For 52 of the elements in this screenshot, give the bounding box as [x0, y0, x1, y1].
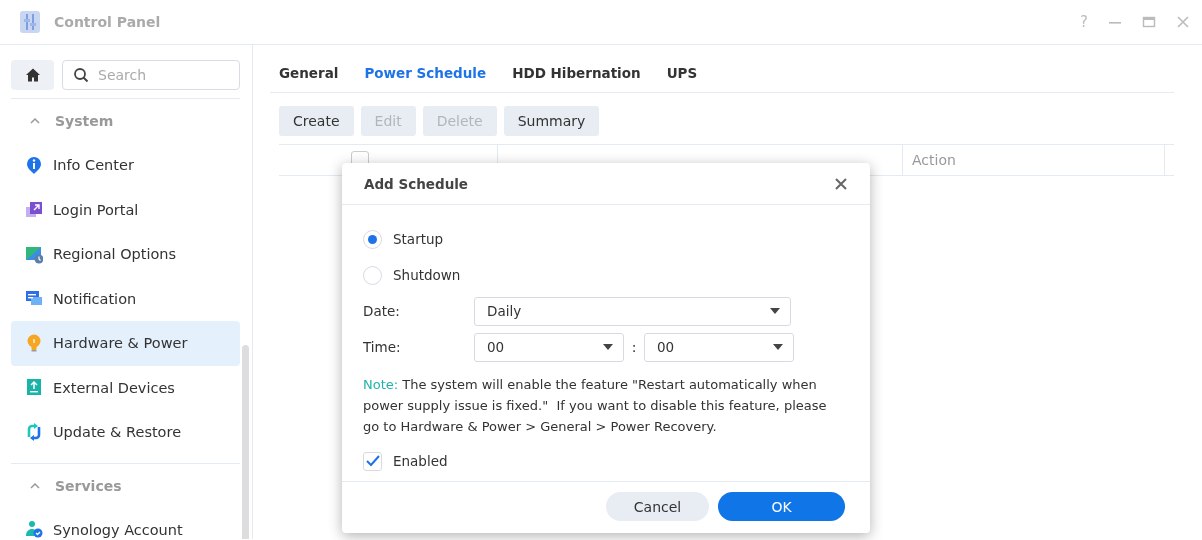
tab[interactable]: General	[279, 64, 339, 81]
upload-icon	[25, 378, 43, 398]
lightbulb-icon	[25, 333, 43, 353]
portal-icon	[25, 200, 43, 220]
app-icon	[18, 10, 42, 34]
toolbar-button[interactable]: Create	[279, 106, 354, 136]
search-field[interactable]: Search	[62, 60, 240, 90]
scrollbar[interactable]	[242, 345, 249, 539]
radio-label: Startup	[393, 231, 444, 247]
radio-button[interactable]	[363, 265, 382, 285]
radio-button[interactable]	[363, 229, 382, 249]
checkbox[interactable]	[363, 451, 382, 471]
dialog-title: Add Schedule	[364, 175, 469, 192]
ok-button[interactable]: OK	[718, 492, 845, 521]
radio-label: Shutdown	[393, 267, 461, 283]
sidebar-item[interactable]: External Devices	[11, 365, 240, 410]
section-title: Services	[55, 477, 122, 494]
sidebar-item[interactable]: Synology Account	[11, 507, 240, 539]
dropdown[interactable]: 00	[644, 332, 794, 362]
sync-icon	[25, 422, 43, 442]
time-separator: :	[630, 339, 638, 355]
search-icon	[73, 67, 89, 83]
sidebar-item[interactable]: Hardware & Power	[11, 321, 240, 366]
sidebar-item[interactable]: Update & Restore	[11, 410, 240, 455]
column-header: Action	[912, 152, 956, 168]
tab[interactable]: Power Schedule	[364, 64, 487, 81]
caret-icon	[770, 308, 780, 314]
cancel-button[interactable]: Cancel	[606, 492, 709, 521]
home-icon	[24, 67, 41, 83]
field-label: Date:	[363, 303, 401, 319]
checkbox-label: Enabled	[393, 453, 448, 469]
field-label: Time:	[363, 339, 402, 355]
tab[interactable]: UPS	[666, 64, 698, 81]
home-button[interactable]	[11, 60, 54, 90]
maximize-icon[interactable]	[1142, 15, 1156, 29]
dropdown[interactable]: 00	[474, 332, 624, 362]
section-title: System	[55, 113, 114, 129]
caret-icon	[773, 344, 783, 350]
close-icon[interactable]	[834, 176, 848, 191]
tab[interactable]: HDD Hibernation	[512, 64, 641, 81]
sidebar-item[interactable]: Regional Options	[11, 232, 240, 277]
user-icon	[25, 520, 43, 539]
regional-icon	[25, 244, 43, 264]
note-text: Note: The system will enable the feature "Restart automatically when power supply issue is fixed." If you want to disable this feature, please go to Hardware & Power > General > Power Recovery.	[363, 376, 828, 436]
info-icon	[25, 155, 43, 175]
toolbar-button[interactable]: Summary	[503, 106, 600, 136]
sidebar-item[interactable]: Login Portal	[11, 187, 240, 232]
dropdown[interactable]: Daily	[474, 296, 791, 326]
sidebar-item[interactable]: Info Center	[11, 143, 240, 188]
sidebar-item[interactable]: Notification	[11, 276, 240, 321]
caret-icon	[603, 344, 613, 350]
window-title: Control Panel	[54, 14, 161, 30]
